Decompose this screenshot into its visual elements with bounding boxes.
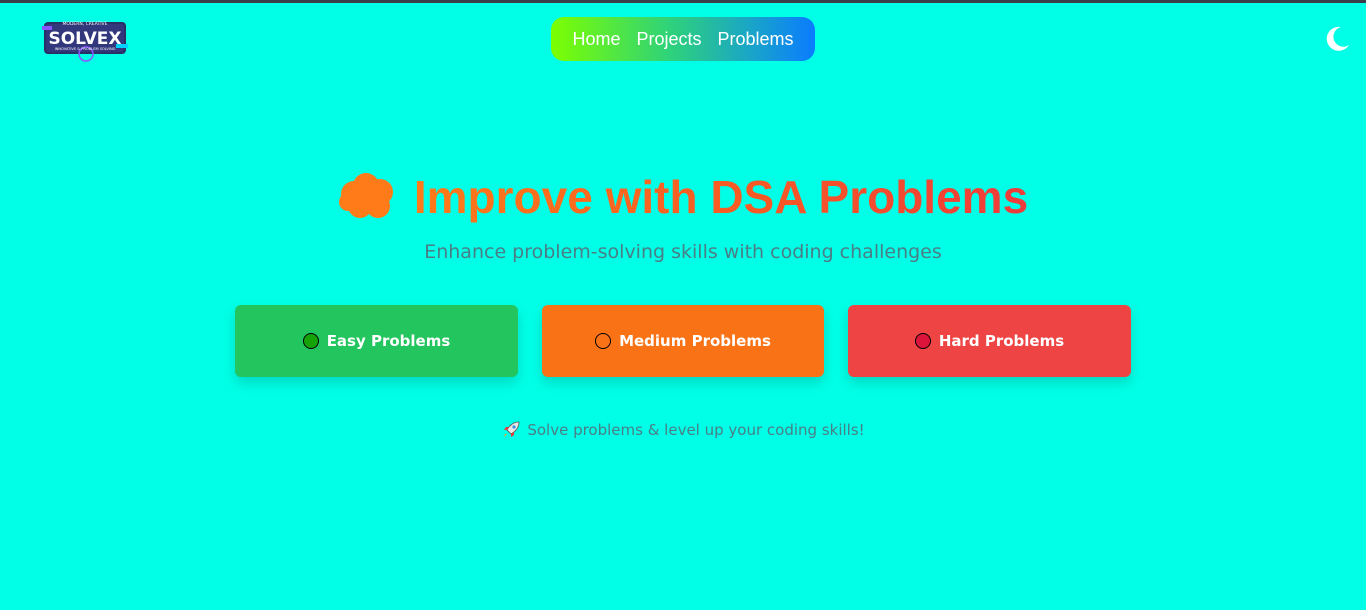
footer-note: Solve problems & level up your coding sk…: [0, 420, 1366, 440]
nav-item-problems[interactable]: Problems: [718, 29, 794, 50]
solvex-logo-icon: MODERN, CREATIVE SOLVEX INNOVATIVE & PRO…: [42, 21, 128, 62]
theme-toggle-button[interactable]: [1322, 24, 1352, 54]
moon-icon: [1326, 26, 1349, 51]
hero-heading: Improve with DSA Problems: [0, 170, 1366, 224]
hard-problems-label: Hard Problems: [938, 332, 1065, 350]
easy-problems-label: Easy Problems: [326, 332, 451, 350]
nav-item-home[interactable]: Home: [572, 29, 620, 50]
easy-problems-button[interactable]: Easy Problems: [235, 305, 518, 377]
window-top-strip: [0, 0, 1366, 3]
page-subtitle: Enhance problem-solving skills with codi…: [424, 241, 942, 263]
brain-icon: [338, 173, 393, 218]
solvex-logo[interactable]: MODERN, CREATIVE SOLVEX INNOVATIVE & PRO…: [42, 16, 128, 62]
main-nav: Home Projects Problems: [551, 17, 815, 61]
page-title: Improve with DSA Problems: [413, 171, 1029, 223]
red-circle-icon: [914, 333, 931, 349]
medium-problems-label: Medium Problems: [619, 332, 771, 350]
rocket-icon: [504, 421, 520, 437]
logo-text: SOLVEX: [48, 29, 121, 49]
logo-tagline-top: MODERN, CREATIVE: [63, 21, 108, 27]
logo-tagline-bottom: INNOVATIVE & PROBLEM SOLVING: [55, 47, 116, 51]
medium-problems-button[interactable]: Medium Problems: [542, 305, 824, 377]
nav-item-projects[interactable]: Projects: [636, 29, 701, 50]
footer-text: Solve problems & level up your coding sk…: [527, 421, 865, 439]
green-circle-icon: [302, 333, 319, 349]
orange-circle-icon: [595, 333, 612, 349]
hard-problems-button[interactable]: Hard Problems: [848, 305, 1131, 377]
